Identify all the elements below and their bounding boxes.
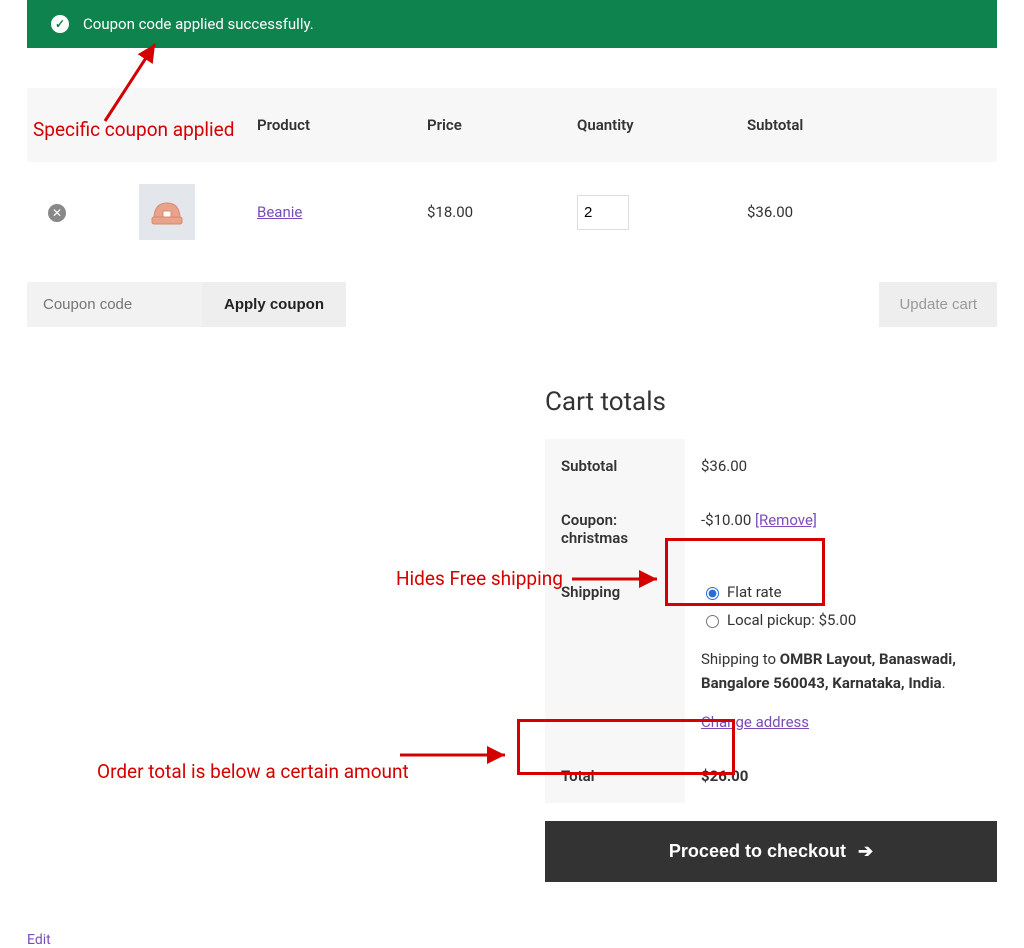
coupon-row-label: Coupon: christmas [545,493,685,565]
total-label: Total [545,749,685,803]
remove-coupon-link[interactable]: [Remove] [755,511,817,529]
subtotal-label: Subtotal [545,439,685,493]
item-subtotal: $36.00 [737,162,997,262]
cart-totals-heading: Cart totals [545,387,997,417]
beanie-icon [150,197,184,227]
update-cart-button[interactable]: Update cart [879,282,997,327]
arrow-right-icon: ➔ [858,841,873,862]
subtotal-value: $36.00 [685,439,997,493]
coupon-success-notice: ✓ Coupon code applied successfully. [27,0,997,48]
check-icon: ✓ [51,15,69,33]
coupon-discount: -$10.00 [701,511,751,529]
cart-totals-table: Subtotal $36.00 Coupon: christmas -$10.0… [545,439,997,803]
cart-table: Product Price Quantity Subtotal ✕ [27,88,997,262]
change-address-link[interactable]: Change address [701,713,809,731]
shipping-destination: Shipping to OMBR Layout, Banaswadi, Bang… [701,647,981,695]
apply-coupon-button[interactable]: Apply coupon [202,282,346,327]
header-subtotal: Subtotal [737,88,997,162]
header-product: Product [247,88,417,162]
shipping-option-label: Flat rate [727,583,782,601]
quantity-input[interactable] [577,195,629,230]
remove-item-button[interactable]: ✕ [48,204,66,222]
shipping-flat-rate-radio[interactable] [706,587,719,600]
header-price: Price [417,88,567,162]
edit-link[interactable]: Edit [27,932,51,948]
shipping-local-pickup-radio[interactable] [706,615,719,628]
product-link[interactable]: Beanie [257,203,302,221]
notice-message: Coupon code applied successfully. [83,15,314,33]
shipping-label: Shipping [545,565,685,749]
header-quantity: Quantity [567,88,737,162]
coupon-code-input[interactable] [27,282,202,327]
product-thumbnail[interactable] [139,184,195,240]
item-price: $18.00 [417,162,567,262]
cart-row: ✕ Beanie $18.00 [27,162,997,262]
total-value: $26.00 [701,767,748,785]
proceed-to-checkout-button[interactable]: Proceed to checkout ➔ [545,821,997,882]
shipping-option-label: Local pickup: $5.00 [727,611,856,629]
